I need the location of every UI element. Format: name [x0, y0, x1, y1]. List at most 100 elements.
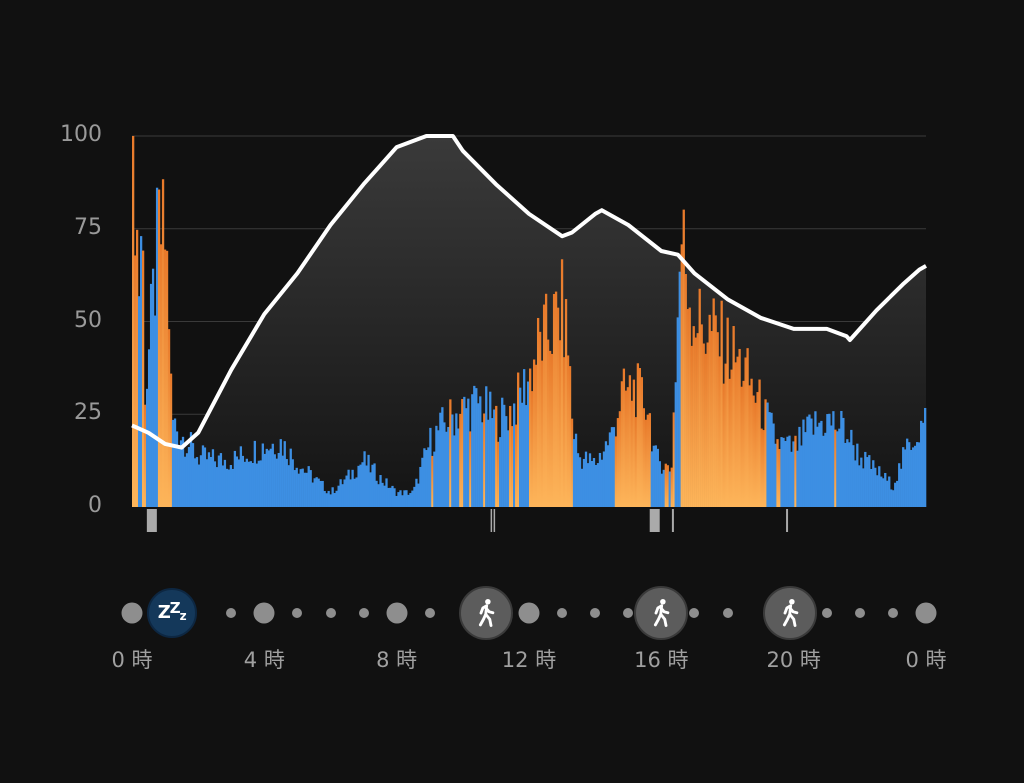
activity-bar-active [704, 353, 707, 507]
activity-bar-rest [606, 445, 610, 507]
activity-bar-rest [145, 388, 149, 507]
activity-bar-active [132, 136, 135, 507]
activity-bar-rest [880, 476, 883, 507]
activity-bar-rest [391, 485, 394, 507]
activity-bar-rest [229, 464, 233, 507]
workout-badge-walk[interactable] [458, 586, 513, 640]
activity-bar-rest [441, 407, 444, 507]
activity-bar-rest [269, 448, 272, 507]
activity-bar-rest [770, 412, 773, 507]
activity-bar-rest [179, 440, 183, 507]
activity-bar-rest [187, 447, 191, 507]
walk-icon [654, 599, 670, 627]
activity-bar-rest [447, 426, 450, 507]
activity-bar-active [536, 317, 540, 507]
sleep-badge[interactable]: ZZz [146, 588, 197, 638]
activity-bar-rest [201, 445, 205, 507]
activity-bar-rest [425, 450, 428, 507]
activity-bar-rest [864, 451, 867, 507]
activity-bar-rest [303, 472, 306, 507]
activity-bar-rest [219, 453, 223, 507]
activity-bar-active [680, 244, 683, 507]
activity-bar-rest [804, 432, 807, 507]
activity-bar-rest [233, 450, 237, 507]
activity-bar-rest [281, 455, 284, 507]
activity-bar-active [517, 372, 520, 507]
activity-bar-rest [397, 492, 400, 507]
activity-bar-rest [852, 445, 855, 507]
activity-bar-rest [377, 484, 380, 507]
activity-bar-active [161, 179, 165, 508]
stand-marker [490, 509, 493, 532]
activity-bar-rest [335, 490, 338, 507]
activity-bar-rest [820, 420, 823, 507]
activity-bar-active [728, 378, 731, 507]
workout-badge-walk[interactable] [763, 586, 818, 640]
x-tick-label: 16 時 [634, 648, 689, 672]
activity-bar-active [748, 385, 751, 507]
activity-bar-rest [419, 466, 422, 507]
activity-bar-active [542, 304, 546, 507]
activity-bar-rest [513, 403, 516, 507]
stand-marker [649, 509, 660, 532]
activity-bar-rest [267, 450, 270, 507]
activity-bar-active [540, 360, 544, 507]
activity-bar-active [718, 356, 721, 507]
activity-bar-rest [175, 431, 179, 507]
activity-bar-rest [784, 440, 787, 507]
timeline-dot-small [722, 608, 733, 618]
activity-bar-rest [405, 490, 408, 507]
stand-marker [493, 509, 496, 532]
activity-bar-rest [612, 427, 616, 507]
activity-bar-rest [385, 478, 388, 507]
activity-bar-rest [383, 485, 386, 507]
activity-bar-active [644, 419, 647, 507]
activity-bar-rest [355, 477, 358, 507]
activity-bar-active [509, 405, 512, 507]
activity-bar-rest [343, 479, 346, 507]
activity-bar-rest [323, 490, 326, 507]
activity-bar-rest [652, 445, 655, 507]
activity-bar-rest [203, 447, 207, 507]
activity-bar-rest [800, 445, 803, 507]
activity-bar-active [167, 329, 171, 507]
activity-bar-rest [822, 435, 825, 507]
activity-bar-active [688, 307, 691, 507]
activity-bar-rest [217, 455, 221, 507]
activity-bar-rest [321, 480, 324, 507]
activity-bar-rest [668, 471, 671, 507]
activity-bar-rest [153, 315, 157, 507]
activity-bar-active [546, 339, 550, 507]
activity-bar-rest [856, 443, 859, 507]
activity-bar-rest [399, 490, 402, 507]
workout-badge-walk[interactable] [634, 586, 689, 640]
activity-bar-rest [309, 470, 312, 507]
activity-bar-rest [363, 451, 366, 507]
activity-bar-rest [660, 473, 663, 507]
activity-bar-rest [435, 425, 438, 507]
activity-bar-rest [598, 452, 602, 507]
activity-bar-rest [271, 443, 274, 507]
activity-bar-rest [810, 418, 813, 507]
activity-bar-rest [235, 456, 239, 507]
activity-bar-active [648, 413, 651, 507]
activity-bar-rest [421, 457, 424, 507]
activity-bar-rest [393, 488, 396, 507]
activity-bar-rest [802, 419, 805, 507]
activity-bar-active [143, 404, 147, 507]
activity-bar-active [754, 402, 757, 507]
activity-bar-active [431, 455, 434, 507]
timeline-dot-small [590, 608, 601, 618]
activity-bar-active [616, 418, 620, 507]
activity-bar-rest [347, 469, 350, 507]
activity-bar-rest [287, 465, 290, 507]
activity-bar-rest [768, 412, 771, 507]
activity-bar-rest [507, 430, 510, 507]
activity-bar-active [756, 392, 759, 507]
activity-bar-rest [373, 463, 376, 507]
activity-bar-rest [656, 448, 659, 507]
activity-bar-active [742, 380, 745, 507]
activity-bar-rest [485, 386, 488, 507]
activity-bar-rest [840, 410, 843, 507]
activity-bar-active [640, 377, 644, 507]
